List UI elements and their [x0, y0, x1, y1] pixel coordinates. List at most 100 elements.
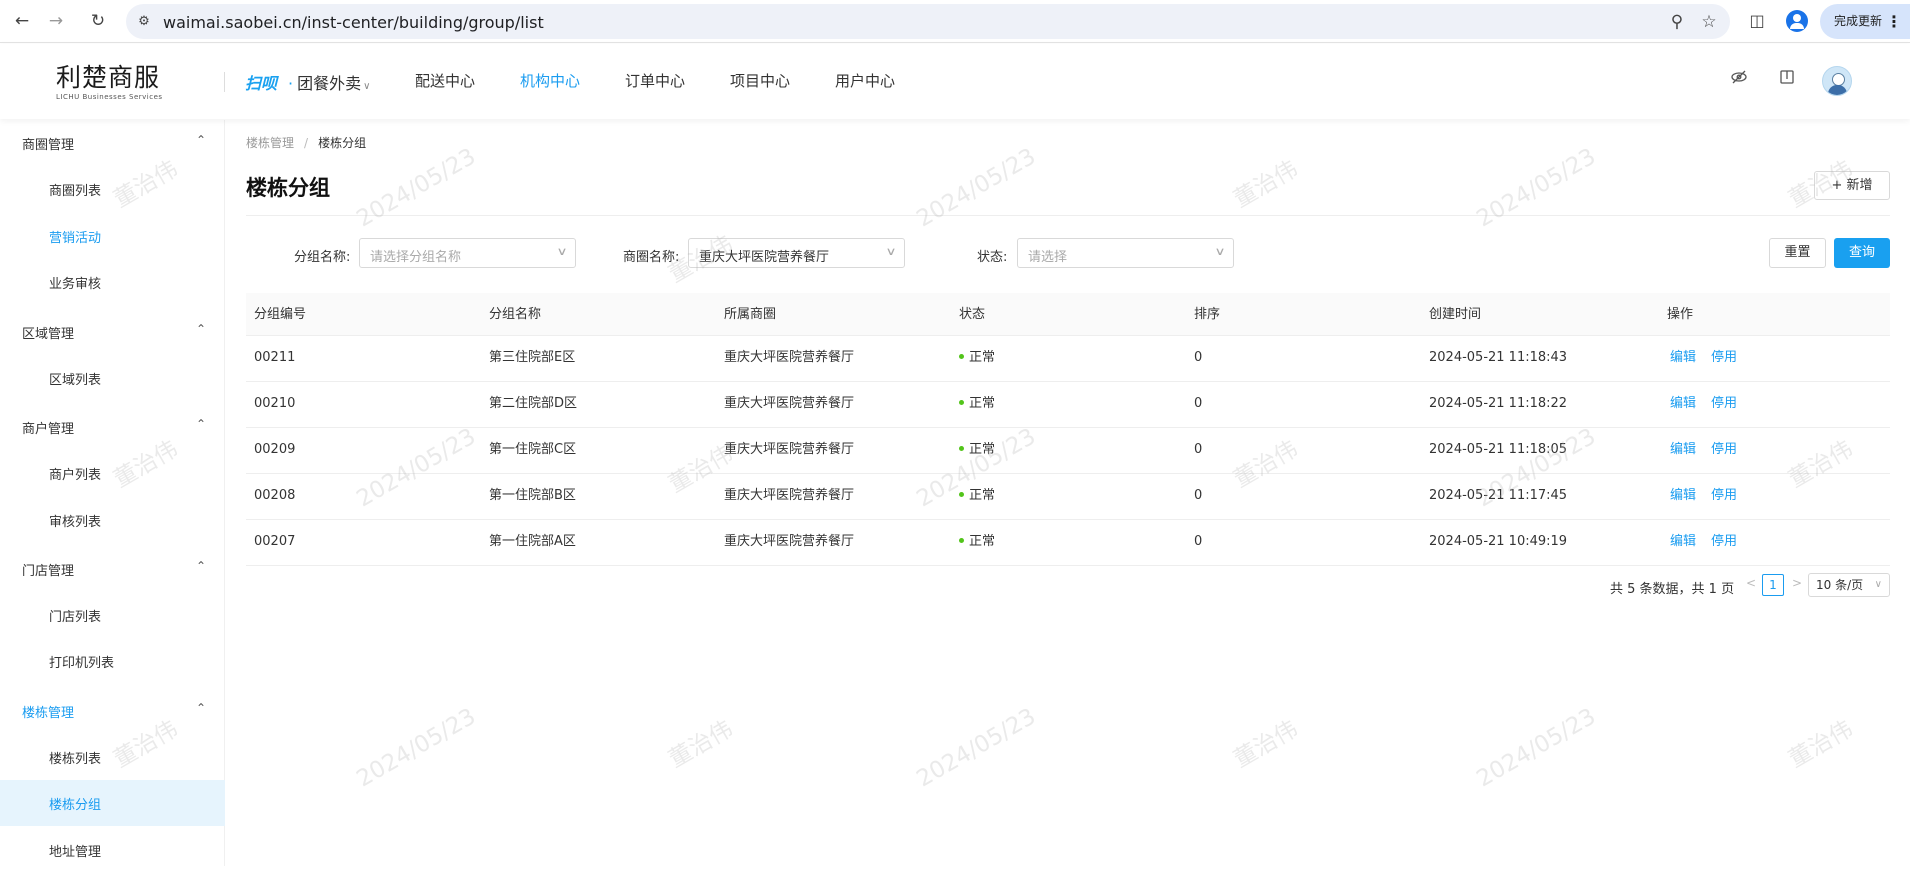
chevron-up-icon: ⌃	[196, 133, 207, 147]
area-name-select[interactable]: 重庆大坪医院营养餐厅 ∨	[688, 238, 905, 268]
chevron-right-icon[interactable]: >	[1792, 576, 1802, 590]
status-text: 正常	[969, 442, 996, 457]
edit-link[interactable]: 编辑	[1670, 442, 1696, 457]
page-number-button[interactable]: 1	[1762, 574, 1784, 596]
reset-button[interactable]: 重置	[1769, 238, 1826, 268]
breadcrumb-separator: /	[304, 136, 309, 150]
sidebar-item-label: 区域列表	[49, 373, 102, 388]
disable-link[interactable]: 停用	[1711, 396, 1737, 411]
cell-created: 2024-05-21 11:18:22	[1429, 396, 1568, 411]
sidebar-group-region[interactable]: 区域管理 ⌃	[0, 309, 225, 355]
sidebar-group-building[interactable]: 楼栋管理 ⌃	[0, 688, 225, 734]
breadcrumb-current: 楼栋分组	[318, 136, 367, 150]
sidebar-item-label: 楼栋列表	[49, 752, 102, 767]
sidebar-item-review-list[interactable]: 审核列表	[0, 497, 225, 543]
status-dot-icon	[959, 400, 964, 405]
cell-sort: 0	[1194, 488, 1203, 503]
sidebar-item-region-list[interactable]: 区域列表	[0, 355, 225, 401]
cell-status: 正常	[959, 474, 995, 519]
top-nav-users[interactable]: 用户中心	[835, 70, 895, 91]
cell-status: 正常	[959, 520, 995, 565]
cell-actions: 编辑 停用	[1670, 382, 1752, 427]
edit-link[interactable]: 编辑	[1670, 534, 1696, 549]
chevron-down-icon: ∨	[1214, 245, 1226, 258]
edit-link[interactable]: 编辑	[1670, 350, 1696, 365]
profile-icon[interactable]	[1786, 10, 1808, 32]
query-button[interactable]: 查询	[1834, 238, 1890, 268]
column-header: 分组编号	[254, 307, 307, 322]
top-nav-delivery[interactable]: 配送中心	[415, 70, 475, 91]
column-header: 分组名称	[489, 307, 542, 322]
bookmark-star-icon[interactable]: ☆	[1698, 11, 1720, 33]
site-info-icon[interactable]: ⚙	[134, 12, 154, 32]
add-button[interactable]: + 新增	[1814, 171, 1890, 200]
edit-link[interactable]: 编辑	[1670, 488, 1696, 503]
sidebar-item-printer-list[interactable]: 打印机列表	[0, 638, 225, 684]
disable-link[interactable]: 停用	[1711, 488, 1737, 503]
sidebar-item-store-list[interactable]: 门店列表	[0, 592, 225, 638]
header-divider	[224, 72, 225, 92]
dot-icon: ·	[288, 74, 294, 93]
pagination: 共 5 条数据，共 1 页 < 1 > 10 条/页 ∨	[246, 573, 1890, 599]
group-name-select[interactable]: 请选择分组名称 ∨	[359, 238, 576, 268]
sidebar-item-label: 楼栋分组	[49, 798, 102, 813]
update-button[interactable]: 完成更新 ⋮	[1820, 4, 1910, 39]
status-text: 正常	[969, 534, 996, 549]
eye-off-icon[interactable]	[1728, 68, 1750, 90]
sidebar-item-marketing[interactable]: 营销活动	[0, 213, 225, 259]
sidebar-item-circle-list[interactable]: 商圈列表	[0, 166, 225, 212]
column-header: 排序	[1194, 307, 1221, 322]
menu-dots-icon[interactable]: ⋮	[1886, 4, 1902, 39]
disable-link[interactable]: 停用	[1711, 442, 1737, 457]
cell-created: 2024-05-21 11:18:43	[1429, 350, 1568, 365]
chevron-up-icon: ⌃	[196, 322, 207, 336]
sidebar-item-address-manage[interactable]: 地址管理	[0, 827, 225, 873]
page-size-select[interactable]: 10 条/页 ∨	[1808, 573, 1890, 597]
cell-area: 重庆大坪医院营养餐厅	[724, 350, 855, 365]
cell-name: 第三住院部E区	[489, 350, 576, 365]
chevron-left-icon[interactable]: <	[1746, 576, 1756, 590]
sidebar-item-label: 商户列表	[49, 468, 102, 483]
status-placeholder: 请选择	[1028, 250, 1068, 265]
update-label: 完成更新	[1834, 14, 1883, 28]
url-text[interactable]: waimai.saobei.cn/inst-center/building/gr…	[163, 13, 544, 32]
sidebar-item-merchant-list[interactable]: 商户列表	[0, 450, 225, 496]
forward-icon[interactable]: →	[44, 9, 68, 33]
chevron-down-icon: ∨	[363, 81, 371, 92]
breadcrumb-parent[interactable]: 楼栋管理	[246, 136, 294, 150]
sidebar-group-label: 门店管理	[22, 564, 75, 579]
sidebar-group-store[interactable]: 门店管理 ⌃	[0, 546, 225, 592]
disable-link[interactable]: 停用	[1711, 534, 1737, 549]
back-icon[interactable]: ←	[10, 9, 34, 33]
table-header: 分组编号 分组名称 所属商圈 状态 排序 创建时间 操作	[246, 293, 1890, 336]
sidebar-item-label: 审核列表	[49, 515, 102, 530]
address-bar[interactable]: ⚙ waimai.saobei.cn/inst-center/building/…	[126, 4, 1730, 39]
edit-link[interactable]: 编辑	[1670, 396, 1696, 411]
book-icon[interactable]	[1776, 68, 1798, 90]
sidebar-item-business-review[interactable]: 业务审核	[0, 259, 225, 305]
top-nav-institution[interactable]: 机构中心	[520, 70, 580, 91]
area-name-label: 商圈名称:	[623, 250, 680, 265]
divider	[246, 215, 1890, 216]
column-header: 创建时间	[1429, 307, 1482, 322]
avatar[interactable]	[1822, 66, 1852, 96]
cell-sort: 0	[1194, 534, 1203, 549]
cell-area: 重庆大坪医院营养餐厅	[724, 396, 855, 411]
sidebar-item-label: 商圈列表	[49, 184, 102, 199]
zoom-icon[interactable]: ⚲	[1666, 11, 1688, 33]
sidebar-group-merchant[interactable]: 商户管理 ⌃	[0, 404, 225, 450]
status-select[interactable]: 请选择 ∨	[1017, 238, 1234, 268]
top-nav-projects[interactable]: 项目中心	[730, 70, 790, 91]
status-text: 正常	[969, 350, 996, 365]
sidebar-group-business-circle[interactable]: 商圈管理 ⌃	[0, 120, 225, 166]
reload-icon[interactable]: ↻	[86, 9, 110, 33]
sidebar-item-building-group[interactable]: 楼栋分组	[0, 780, 225, 826]
plus-icon: +	[1831, 178, 1843, 193]
status-dot-icon	[959, 446, 964, 451]
chevron-down-icon: ∨	[556, 245, 568, 258]
top-nav-orders[interactable]: 订单中心	[625, 70, 685, 91]
disable-link[interactable]: 停用	[1711, 350, 1737, 365]
side-panel-icon[interactable]: ◫	[1745, 9, 1769, 33]
sidebar-item-building-list[interactable]: 楼栋列表	[0, 734, 225, 780]
brand-select[interactable]: · 团餐外卖 ∨	[288, 70, 370, 94]
